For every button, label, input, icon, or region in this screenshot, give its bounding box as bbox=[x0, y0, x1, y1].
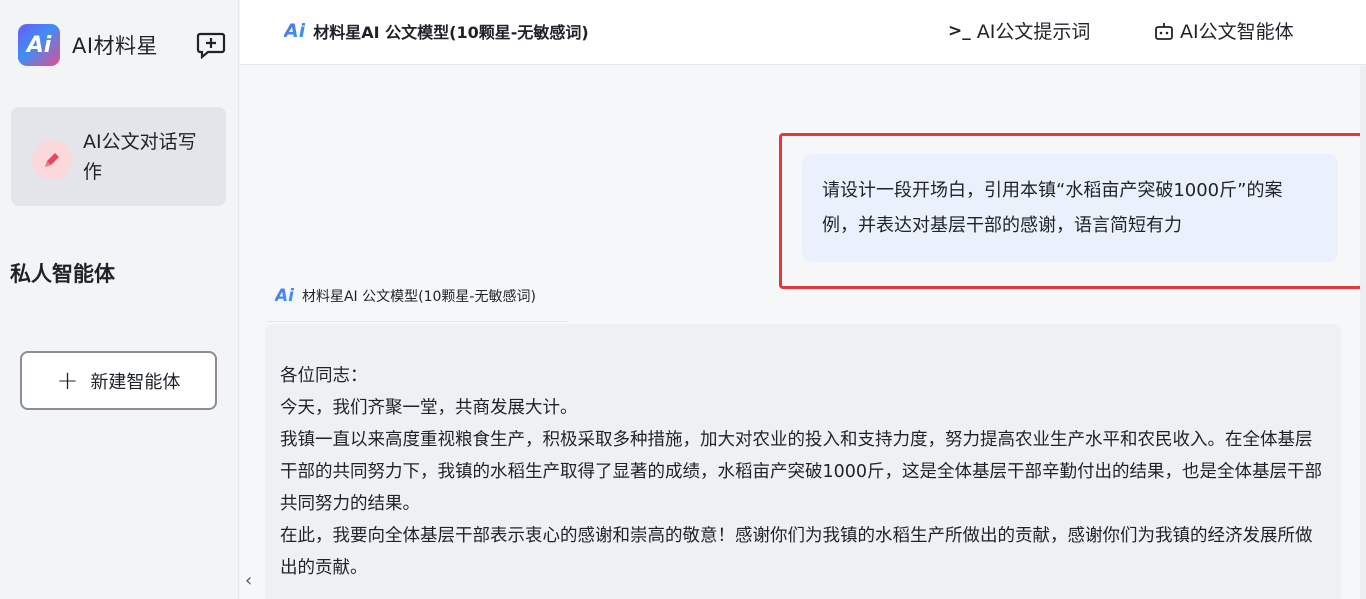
new-chat-icon[interactable] bbox=[196, 31, 226, 60]
robot-icon bbox=[1154, 21, 1174, 41]
agent-library-link[interactable]: AI公文智能体 bbox=[1154, 17, 1294, 44]
sidebar-item-ai-doc-chat[interactable]: AI公文对话写作 bbox=[11, 107, 226, 206]
ai-logo-icon: Ai bbox=[275, 286, 294, 306]
ai-answer: 各位同志： 今天，我们齐聚一堂，共商发展大计。 我镇一直以来高度重视粮食生产，积… bbox=[265, 324, 1341, 599]
user-message: 请设计一段开场白，引用本镇“水稻亩产突破1000斤”的案例，并表达对基层干部的感… bbox=[802, 154, 1338, 262]
prompt-library-link[interactable]: >_ AI公文提示词 bbox=[948, 17, 1090, 44]
ai-response-model: 材料星AI 公文模型(10颗星-无敏感词) bbox=[301, 289, 536, 305]
terminal-icon: >_ bbox=[948, 20, 971, 41]
answer-paragraph: 在此，我要向全体基层干部表示衷心的感谢和崇高的敬意！感谢你们为我镇的水稻生产所做… bbox=[280, 526, 1313, 578]
plus-icon: + bbox=[56, 365, 79, 396]
sidebar-item-label: AI公文对话写作 bbox=[83, 131, 197, 183]
model-selector[interactable]: Ai 材料星AI 公文模型(10颗星-无敏感词) bbox=[284, 19, 589, 43]
ai-response-tag: Ai 材料星AI 公文模型(10颗星-无敏感词) bbox=[275, 286, 536, 306]
model-name: 材料星AI 公文模型(10颗星-无敏感词) bbox=[313, 23, 589, 42]
answer-paragraph: 今天，我们齐聚一堂，共商发展大计。 bbox=[280, 398, 578, 418]
new-agent-label: 新建智能体 bbox=[90, 371, 181, 393]
answer-paragraph: 我镇一直以来高度重视粮食生产，积极采取多种措施，加大对农业的投入和支持力度，努力… bbox=[280, 430, 1323, 514]
chat-area: 请设计一段开场白，引用本镇“水稻亩产突破1000斤”的案例，并表达对基层干部的感… bbox=[240, 66, 1366, 599]
brand[interactable]: Ai AI材料星 bbox=[18, 24, 158, 66]
prompt-library-label: AI公文提示词 bbox=[976, 21, 1091, 43]
divider bbox=[267, 321, 567, 322]
sidebar: Ai AI材料星 AI公文对话写作 私人智能体 + 新建智能体 bbox=[0, 0, 239, 599]
private-agents-heading: 私人智能体 bbox=[10, 262, 115, 286]
ai-logo-icon: Ai bbox=[284, 20, 306, 42]
collapse-sidebar-icon[interactable]: ‹ bbox=[245, 570, 252, 591]
answer-paragraph: 各位同志： bbox=[280, 366, 368, 386]
top-header: Ai 材料星AI 公文模型(10颗星-无敏感词) >_ AI公文提示词 AI公文… bbox=[240, 0, 1366, 65]
app-logo: Ai bbox=[18, 24, 60, 66]
scrollbar[interactable] bbox=[1360, 66, 1366, 599]
pen-icon bbox=[32, 140, 72, 180]
new-agent-button[interactable]: + 新建智能体 bbox=[20, 351, 217, 410]
agent-library-label: AI公文智能体 bbox=[1180, 21, 1294, 43]
app-name: AI材料星 bbox=[72, 34, 159, 58]
